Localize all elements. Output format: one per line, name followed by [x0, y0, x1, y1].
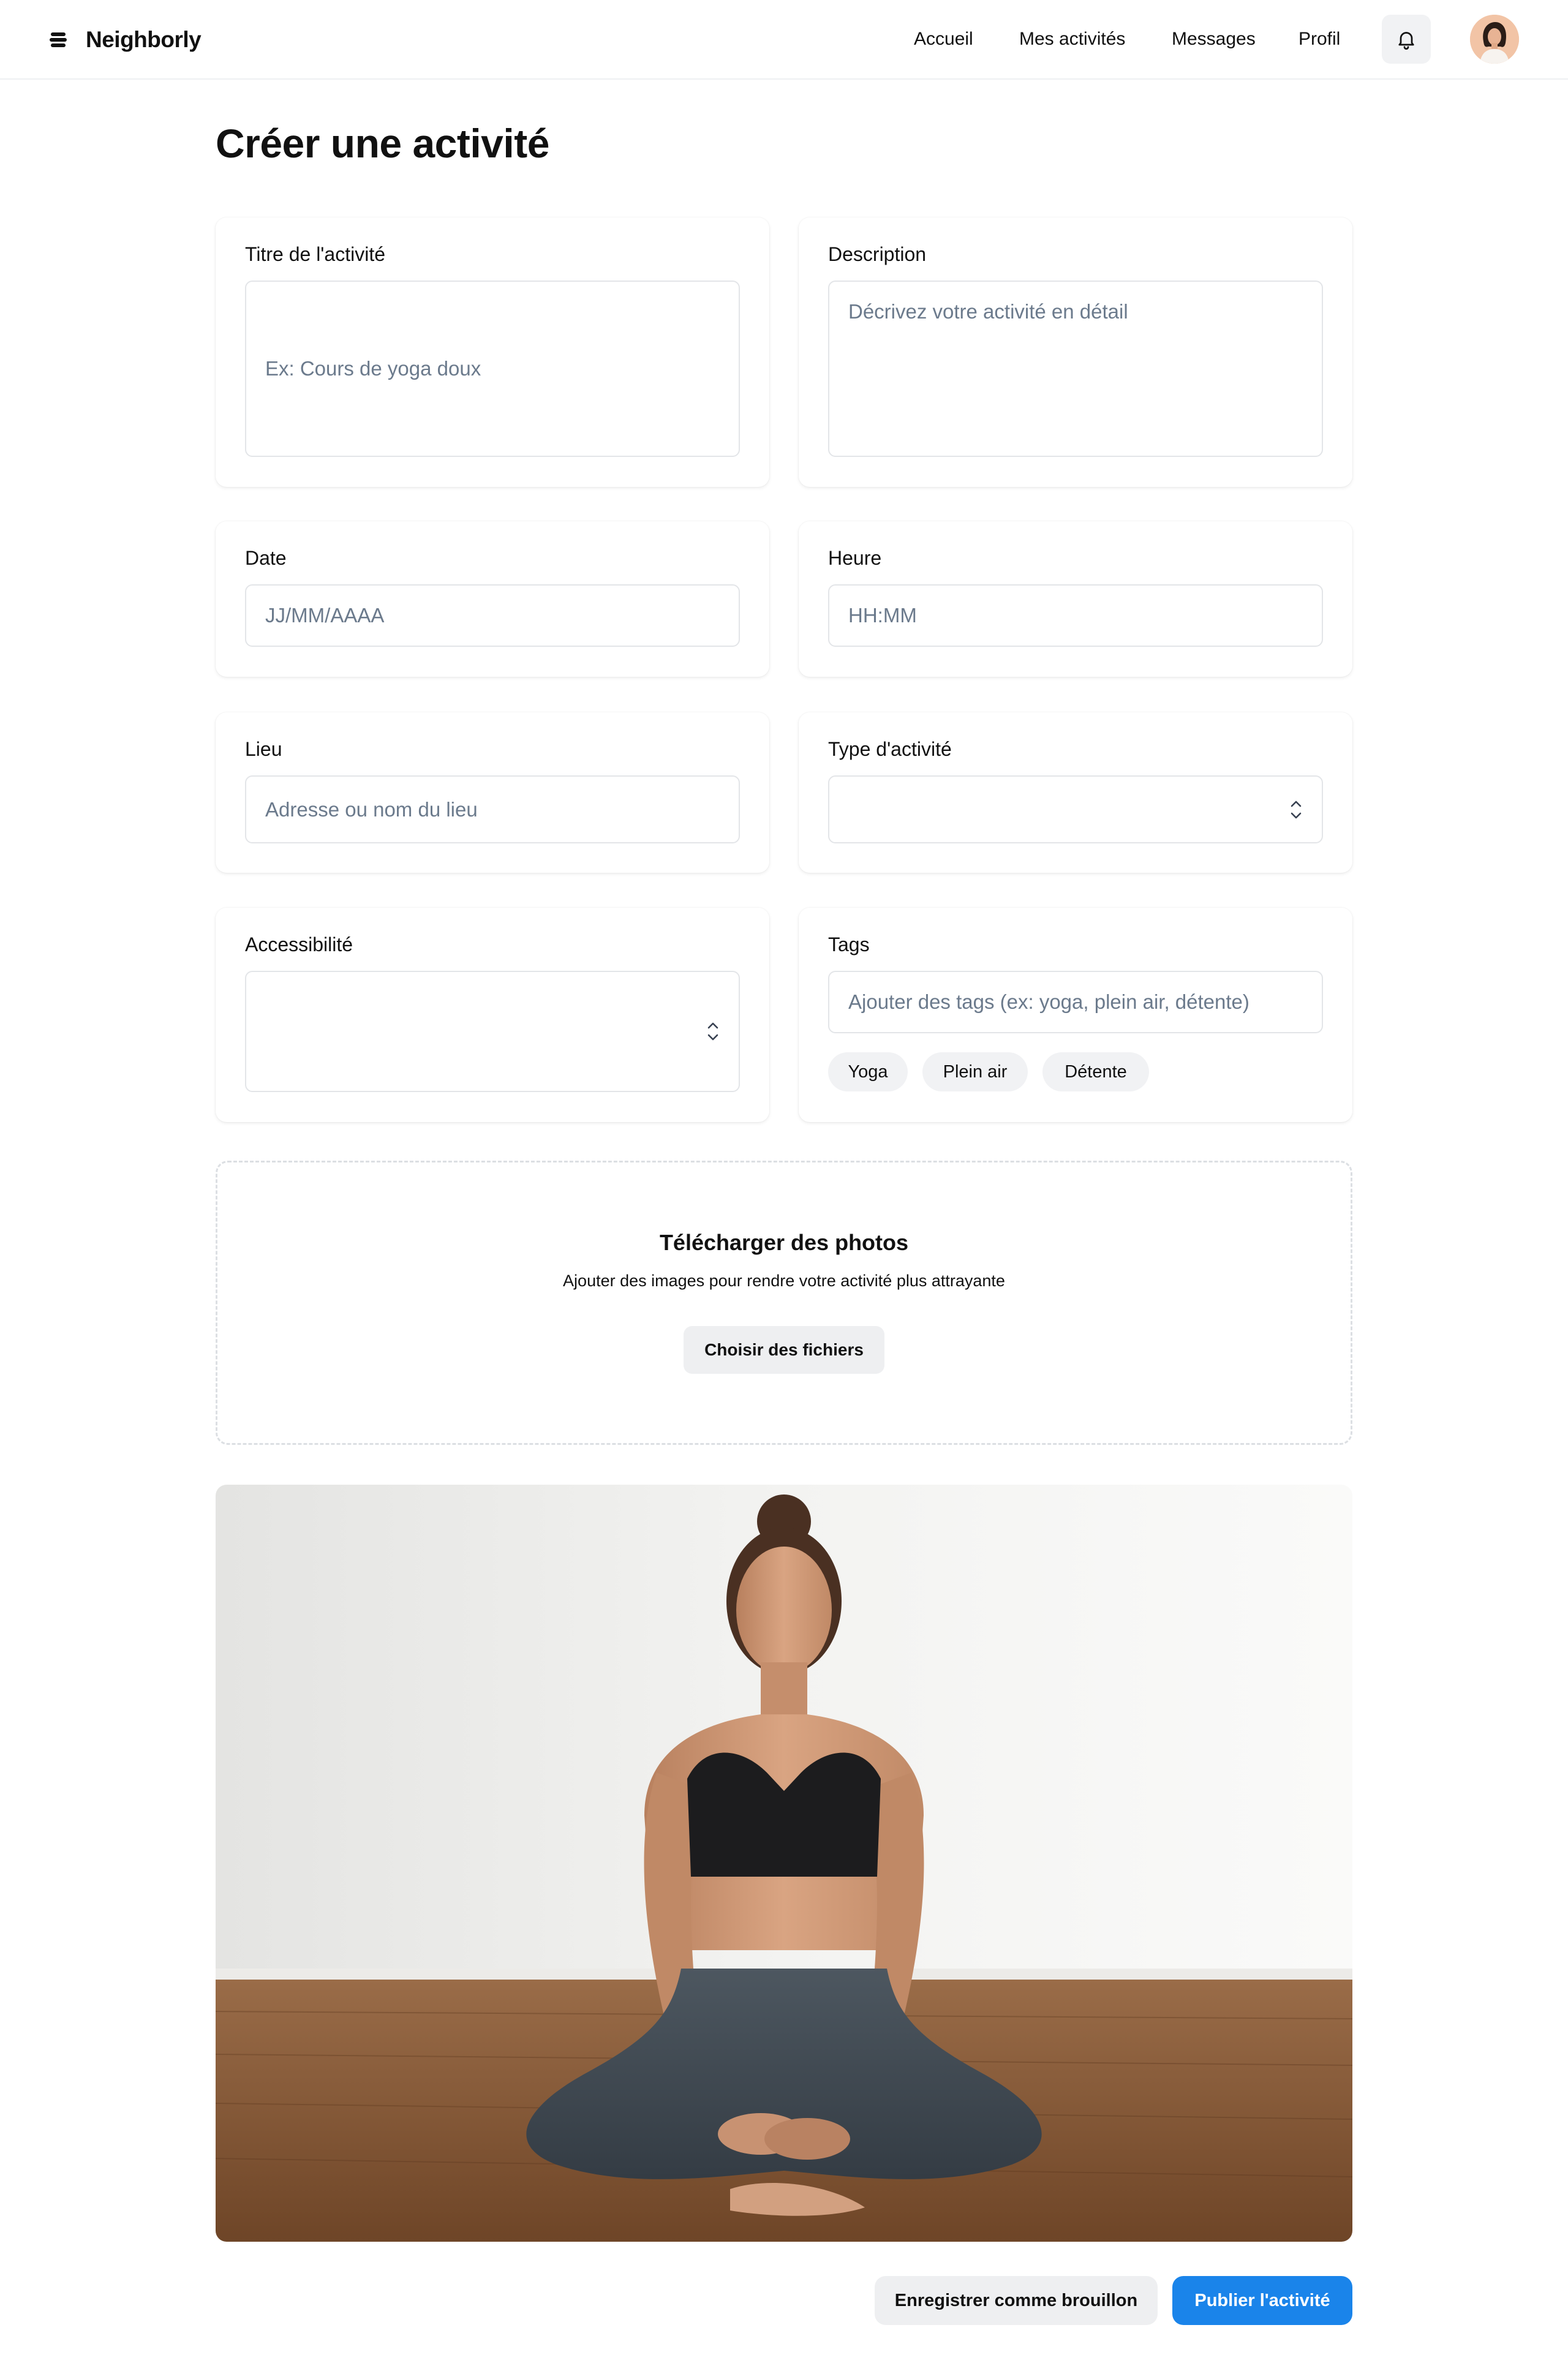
- card-date: Date JJ/MM/AAAA: [216, 521, 769, 677]
- description-textarea[interactable]: Décrivez votre activité en détail: [828, 281, 1323, 457]
- chevron-updown-icon: [707, 1022, 718, 1041]
- card-description: Description Décrivez votre activité en d…: [799, 217, 1352, 487]
- top-navbar: Neighborly Accueil Mes activités Message…: [0, 0, 1568, 80]
- card-location: Lieu Adresse ou nom du lieu: [216, 712, 769, 873]
- upload-subtitle: Ajouter des images pour rendre votre act…: [563, 1272, 1005, 1290]
- brand-name: Neighborly: [86, 27, 202, 52]
- location-label: Lieu: [245, 738, 282, 760]
- description-label: Description: [828, 243, 927, 265]
- nav-accueil[interactable]: Accueil: [914, 27, 973, 51]
- activity-photo: [216, 1485, 1352, 2242]
- title-label: Titre de l'activité: [245, 243, 385, 265]
- card-tags: Tags Ajouter des tags (ex: yoga, plein a…: [799, 908, 1352, 1122]
- avatar[interactable]: [1470, 15, 1519, 64]
- date-label: Date: [245, 547, 287, 569]
- nav-mes-activites[interactable]: Mes activités: [1019, 27, 1125, 51]
- brand[interactable]: Neighborly: [48, 23, 202, 57]
- tag-plein-air[interactable]: Plein air: [922, 1052, 1028, 1091]
- nav-messages[interactable]: Messages: [1172, 27, 1256, 51]
- notifications-button[interactable]: [1382, 15, 1431, 64]
- bell-icon: [1398, 32, 1414, 50]
- accessibility-select[interactable]: [245, 971, 740, 1092]
- card-title: Titre de l'activité Ex: Cours de yoga do…: [216, 217, 769, 487]
- card-time: Heure HH:MM: [799, 521, 1352, 677]
- nav-profil[interactable]: Profil: [1298, 27, 1340, 51]
- location-input[interactable]: Adresse ou nom du lieu: [245, 775, 740, 843]
- time-input[interactable]: HH:MM: [828, 584, 1323, 647]
- tag-yoga[interactable]: Yoga: [828, 1052, 908, 1091]
- user-avatar-icon: [1470, 15, 1519, 64]
- page-title: Créer une activité: [216, 121, 549, 166]
- title-input[interactable]: Ex: Cours de yoga doux: [245, 281, 740, 457]
- tags-input[interactable]: Ajouter des tags (ex: yoga, plein air, d…: [828, 971, 1323, 1033]
- choose-files-button[interactable]: Choisir des fichiers: [684, 1326, 884, 1374]
- card-accessibility: Accessibilité: [216, 908, 769, 1122]
- activity-type-select[interactable]: [828, 775, 1323, 843]
- tag-detente[interactable]: Détente: [1042, 1052, 1149, 1091]
- yoga-photo-illustration: [216, 1485, 1352, 2242]
- date-input[interactable]: JJ/MM/AAAA: [245, 584, 740, 647]
- chevron-updown-icon: [1291, 801, 1302, 818]
- publish-button[interactable]: Publier l'activité: [1172, 2276, 1352, 2325]
- accessibility-label: Accessibilité: [245, 933, 353, 955]
- photo-upload-zone[interactable]: Télécharger des photos Ajouter des image…: [216, 1161, 1352, 1445]
- stack-logo-icon: [50, 32, 67, 47]
- save-draft-button[interactable]: Enregistrer comme brouillon: [875, 2276, 1158, 2325]
- tags-label: Tags: [828, 933, 870, 955]
- card-activity-type: Type d'activité: [799, 712, 1352, 873]
- upload-title: Télécharger des photos: [659, 1230, 909, 1255]
- activity-type-label: Type d'activité: [828, 738, 952, 760]
- time-label: Heure: [828, 547, 882, 569]
